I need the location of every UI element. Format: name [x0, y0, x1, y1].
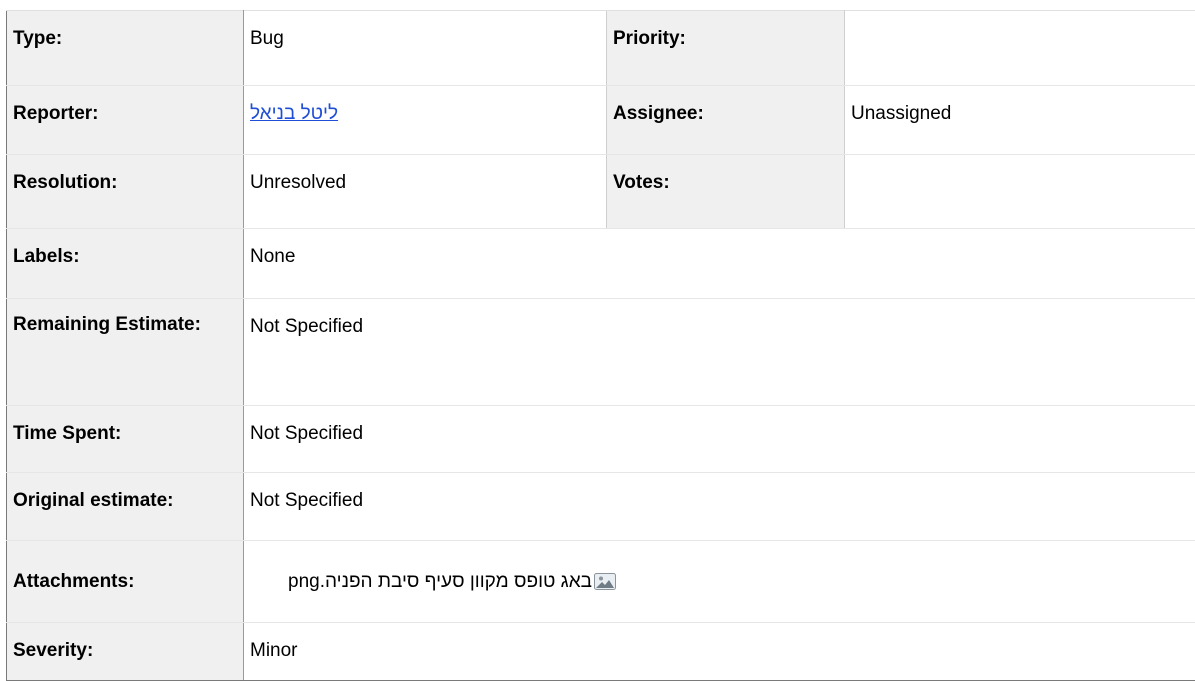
reporter-link[interactable]: ליטל בניאל	[250, 103, 338, 124]
assignee-value: Unassigned	[845, 86, 1195, 155]
severity-value: Minor	[244, 623, 1195, 681]
attachment-filename[interactable]: באג טופס מקוון סעיף סיבת הפניה.png	[288, 567, 592, 597]
labels-value: None	[244, 229, 1195, 299]
resolution-label: Resolution:	[7, 155, 244, 229]
votes-label: Votes:	[607, 155, 845, 229]
votes-value	[845, 155, 1195, 229]
image-file-icon	[594, 573, 616, 590]
assignee-label: Assignee:	[607, 86, 845, 155]
priority-label: Priority:	[607, 11, 845, 86]
row-labels: Labels: None	[7, 229, 1195, 299]
row-remaining-estimate: Remaining Estimate: Not Specified	[7, 299, 1195, 406]
attachment-item[interactable]: באג טופס מקוון סעיף סיבת הפניה.png	[288, 567, 616, 597]
type-label: Type:	[7, 11, 244, 86]
row-attachments: Attachments: באג טופס מקוון סעיף סיבת הפ…	[7, 541, 1195, 623]
severity-label: Severity:	[7, 623, 244, 681]
remaining-estimate-value: Not Specified	[244, 299, 1195, 406]
row-original-estimate: Original estimate: Not Specified	[7, 473, 1195, 541]
remaining-estimate-label: Remaining Estimate:	[7, 299, 244, 406]
attachments-label: Attachments:	[7, 541, 244, 623]
original-estimate-value: Not Specified	[244, 473, 1195, 541]
row-type-priority: Type: Bug Priority:	[7, 11, 1195, 86]
row-severity: Severity: Minor	[7, 623, 1195, 681]
resolution-value: Unresolved	[244, 155, 607, 229]
reporter-value: ליטל בניאל	[244, 86, 607, 155]
row-time-spent: Time Spent: Not Specified	[7, 406, 1195, 473]
row-reporter-assignee: Reporter: ליטל בניאל Assignee: Unassigne…	[7, 86, 1195, 155]
time-spent-label: Time Spent:	[7, 406, 244, 473]
type-value: Bug	[244, 11, 607, 86]
attachments-value: באג טופס מקוון סעיף סיבת הפניה.png	[244, 541, 1195, 623]
issue-details-table: Type: Bug Priority: Reporter: ליטל בניאל…	[6, 10, 1195, 681]
labels-label: Labels:	[7, 229, 244, 299]
priority-value	[845, 11, 1195, 86]
original-estimate-label: Original estimate:	[7, 473, 244, 541]
time-spent-value: Not Specified	[244, 406, 1195, 473]
row-resolution-votes: Resolution: Unresolved Votes:	[7, 155, 1195, 229]
reporter-label: Reporter:	[7, 86, 244, 155]
